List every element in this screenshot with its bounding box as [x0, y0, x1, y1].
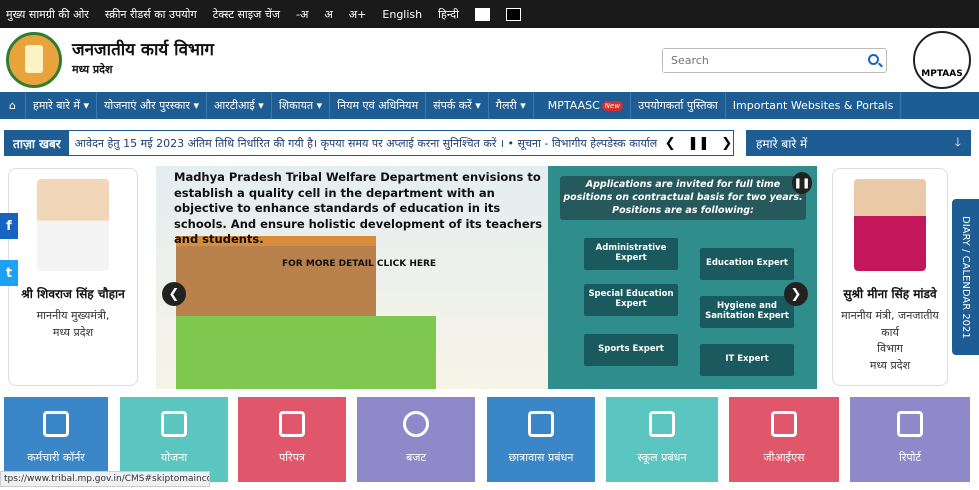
- top-utility-bar: मुख्य सामग्री की ओर स्क्रीन रीडर्स का उप…: [0, 0, 979, 28]
- about-us-label: हमारे बारे में: [756, 136, 808, 151]
- tile-gis-label: जीआईएस: [763, 451, 805, 464]
- tile-schemes[interactable]: योजना: [120, 397, 228, 482]
- nav-rti[interactable]: आरटीआई ▾: [207, 92, 272, 119]
- more-detail-link[interactable]: FOR MORE DETAIL CLICK HERE: [282, 259, 436, 269]
- twitter-icon[interactable]: t: [0, 260, 18, 286]
- font-normal-button[interactable]: अ: [324, 7, 332, 22]
- department-title: जनजातीय कार्य विभाग: [72, 40, 214, 60]
- slider-next-icon[interactable]: ❯: [784, 282, 808, 306]
- diary-calendar-tab[interactable]: DIARY / CALENDAR 2021: [952, 199, 979, 355]
- state-subtitle: मध्य प्रदेश: [72, 63, 113, 76]
- nav-schemes[interactable]: योजनाएं और पुरस्कार ▾: [97, 92, 208, 119]
- bed-icon: [528, 411, 554, 437]
- service-tiles: कर्मचारी कॉर्नर योजना परिपत्र बजट छात्रा…: [0, 397, 979, 482]
- ticker-prev-icon[interactable]: ❮: [665, 136, 676, 151]
- white-theme-button[interactable]: [474, 7, 490, 21]
- minister-role: माननीय मंत्री, जनजातीय कार्य: [841, 309, 939, 339]
- nav-important-websites[interactable]: Important Websites & Portals: [726, 92, 902, 119]
- positions-panel: Applications are invited for full time p…: [548, 166, 817, 389]
- tile-school-management-label: स्कूल प्रबंधन: [637, 451, 687, 464]
- ticker-pause-icon[interactable]: ❚❚: [688, 136, 710, 151]
- tile-circulars-label: परिपत्र: [279, 451, 305, 464]
- search-input[interactable]: [663, 49, 858, 72]
- news-ticker: ताज़ा खबर आवेदन हेतु 15 मई 2023 अंतिम ति…: [4, 130, 734, 156]
- home-icon[interactable]: ⌂: [0, 92, 26, 119]
- english-link[interactable]: English: [382, 8, 422, 21]
- nav-gallery[interactable]: गैलरी ▾: [489, 92, 534, 119]
- nav-rules[interactable]: नियम एवं अधिनियम: [330, 92, 427, 119]
- role-administrative: Administrative Expert: [584, 238, 678, 270]
- role-education: Education Expert: [700, 248, 794, 280]
- ticker-label: ताज़ा खबर: [5, 131, 69, 155]
- search-box: [662, 48, 887, 73]
- arrow-down-icon: 🡓: [954, 134, 961, 149]
- minister-photo: [854, 179, 926, 271]
- tile-hostel-management-label: छात्रावास प्रबंधन: [508, 451, 574, 464]
- tile-report-label: रिपोर्ट: [899, 451, 921, 464]
- children-illustration: [176, 316, 436, 389]
- chief-minister-state: मध्य प्रदेश: [52, 325, 94, 339]
- text-size-label: टेक्स्ट साइज चेंज: [212, 7, 280, 21]
- main-nav: ⌂ हमारे बारे में ▾ योजनाएं और पुरस्कार ▾…: [0, 92, 979, 119]
- tile-employee-corner[interactable]: कर्मचारी कॉर्नर: [4, 397, 108, 482]
- applications-notice: Applications are invited for full time p…: [560, 176, 806, 221]
- status-bar-url: tps://www.tribal.mp.gov.in/CMS#skiptomai…: [0, 471, 210, 487]
- tile-gis[interactable]: जीआईएस: [729, 397, 839, 482]
- chief-minister-role: माननीय मुख्यमंत्री,: [36, 309, 110, 322]
- state-emblem-logo[interactable]: [6, 32, 62, 88]
- chief-minister-name: श्री शिवराज सिंह चौहान: [21, 287, 125, 301]
- nav-contact[interactable]: संपर्क करें ▾: [426, 92, 489, 119]
- slider-prev-icon[interactable]: ❮: [162, 282, 186, 306]
- site-header: जनजातीय कार्य विभाग मध्य प्रदेश MPTAAS: [0, 28, 979, 92]
- screen-reader-link[interactable]: स्क्रीन रीडर्स का उपयोग: [105, 7, 197, 22]
- minister-card: सुश्री मीना सिंह मांडवे माननीय मंत्री, ज…: [832, 168, 948, 386]
- inbox-icon: [279, 411, 305, 437]
- about-us-dropdown[interactable]: हमारे बारे में 🡓: [746, 130, 971, 156]
- tile-report[interactable]: रिपोर्ट: [850, 397, 970, 482]
- mptaas-logo[interactable]: MPTAAS: [913, 31, 971, 89]
- building-icon: [649, 411, 675, 437]
- ticker-text[interactable]: आवेदन हेतु 15 मई 2023 अंतिम तिथि निर्धार…: [69, 136, 657, 151]
- font-decrease-button[interactable]: -अ: [296, 7, 308, 22]
- minister-state: मध्य प्रदेश: [869, 358, 911, 372]
- new-badge: New: [601, 100, 624, 111]
- tile-school-management[interactable]: स्कूल प्रबंधन: [606, 397, 718, 482]
- ticker-next-icon[interactable]: ❯: [721, 136, 732, 151]
- hindi-link[interactable]: हिन्दी: [438, 7, 459, 22]
- minister-name: सुश्री मीना सिंह मांडवे: [843, 287, 937, 301]
- tile-budget[interactable]: बजट: [357, 397, 475, 482]
- nav-mptaasc-label: MPTAASC: [547, 99, 600, 112]
- search-icon[interactable]: [868, 54, 879, 65]
- minister-role-dept: विभाग: [877, 342, 903, 355]
- skip-to-content-link[interactable]: मुख्य सामग्री की ओर: [6, 7, 89, 22]
- report-icon: [897, 411, 923, 437]
- tile-employee-corner-label: कर्मचारी कॉर्नर: [27, 451, 85, 464]
- chief-minister-photo: [37, 179, 109, 271]
- tile-budget-label: बजट: [406, 451, 426, 464]
- employee-icon: [43, 411, 69, 437]
- dollar-icon: [403, 411, 429, 437]
- slide-headline: Madhya Pradesh Tribal Welfare Department…: [174, 170, 543, 247]
- map-icon: [771, 411, 797, 437]
- tile-schemes-label: योजना: [160, 451, 188, 464]
- tile-hostel-management[interactable]: छात्रावास प्रबंधन: [487, 397, 595, 482]
- hero-slider[interactable]: Madhya Pradesh Tribal Welfare Department…: [156, 166, 817, 389]
- chief-minister-card: श्री शिवराज सिंह चौहान माननीय मुख्यमंत्र…: [8, 168, 138, 386]
- black-theme-button[interactable]: [505, 7, 521, 21]
- nav-user-manual[interactable]: उपयोगकर्ता पुस्तिका: [631, 92, 726, 119]
- nav-about[interactable]: हमारे बारे में ▾: [26, 92, 97, 119]
- role-sports: Sports Expert: [584, 334, 678, 366]
- font-increase-button[interactable]: अ+: [349, 7, 367, 22]
- nav-complaint[interactable]: शिकायत ▾: [272, 92, 331, 119]
- facebook-icon[interactable]: f: [0, 213, 18, 239]
- slider-pause-icon[interactable]: ❚❚: [792, 172, 812, 194]
- org-chart-icon: [161, 411, 187, 437]
- role-it: IT Expert: [700, 344, 794, 376]
- nav-mptaasc[interactable]: MPTAASC New: [534, 92, 632, 119]
- role-special-education: Special Education Expert: [584, 284, 678, 316]
- tile-circulars[interactable]: परिपत्र: [238, 397, 346, 482]
- role-hygiene: Hygiene and Sanitation Expert: [700, 296, 794, 328]
